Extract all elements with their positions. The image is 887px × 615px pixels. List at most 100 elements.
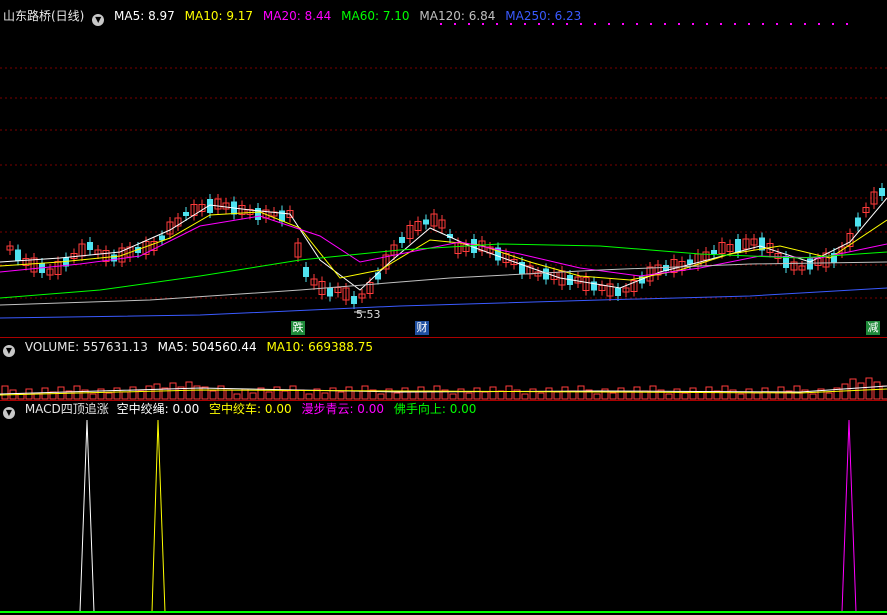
macd-header: ▼ MACD四顶追涨 空中绞绳: 0.00 空中绞车: 0.00 漫步青云: 0… — [3, 402, 482, 419]
signal-dot — [454, 23, 456, 25]
calendar-mark-drop[interactable]: 跌 — [291, 321, 305, 335]
volume-ma5: MA5: 504560.44 — [157, 340, 257, 354]
macd-line-2: 空中绞车: 0.00 — [209, 402, 292, 416]
volume-bar — [361, 385, 369, 400]
volume-bar — [265, 391, 273, 400]
signal-dot — [762, 23, 764, 25]
candle-down — [423, 219, 429, 225]
signal-dot — [846, 23, 848, 25]
volume-bar — [377, 393, 385, 400]
volume-bar — [497, 390, 505, 400]
volume-menu-icon[interactable]: ▼ — [3, 345, 15, 357]
macd-line-1: 空中绞绳: 0.00 — [116, 402, 200, 416]
calendar-mark-reduce[interactable]: 减 — [866, 321, 880, 335]
volume-bar — [401, 387, 409, 400]
volume-bar — [521, 393, 529, 400]
macd-line-4: 佛手向上: 0.00 — [393, 402, 477, 416]
signal-dot — [790, 23, 792, 25]
signal-dot — [776, 23, 778, 25]
volume-bar — [273, 386, 281, 400]
ma250-line — [0, 287, 887, 319]
signal-dot — [440, 23, 442, 25]
volume-bar — [561, 386, 569, 400]
signal-dot — [566, 23, 568, 25]
volume-bar — [449, 393, 457, 400]
macd-title: MACD四顶追涨 — [24, 402, 109, 416]
volume-bar — [433, 385, 441, 400]
volume-bar — [49, 391, 57, 400]
candle-down — [15, 249, 21, 261]
volume-bar — [633, 386, 641, 400]
volume-bar — [297, 389, 305, 400]
signal-dot — [748, 23, 750, 25]
signal-dot — [538, 23, 540, 25]
signal-dot — [664, 23, 666, 25]
macd-menu-icon[interactable]: ▼ — [3, 407, 15, 419]
volume-bar — [345, 386, 353, 400]
signal-dot — [818, 23, 820, 25]
volume-bar — [625, 391, 633, 400]
candle-down — [399, 237, 405, 243]
chart-canvas[interactable] — [0, 0, 887, 615]
volume-bar — [417, 386, 425, 400]
volume-bar — [689, 387, 697, 400]
macd-spike-white — [79, 419, 95, 613]
low-price-label: 5.53 — [356, 308, 387, 322]
signal-dot — [622, 23, 624, 25]
volume-bar — [281, 390, 289, 400]
candle-down — [615, 288, 621, 296]
volume-bar — [129, 386, 137, 400]
volume-bar — [681, 392, 689, 400]
volume-bar — [553, 391, 561, 400]
volume-bar — [337, 391, 345, 400]
candle-down — [351, 296, 357, 304]
volume-bar — [825, 392, 833, 400]
volume-bar — [577, 385, 585, 400]
volume-bar — [289, 385, 297, 400]
volume-value: VOLUME: 557631.13 — [24, 340, 148, 354]
signal-dot — [804, 23, 806, 25]
candle-down — [303, 267, 309, 277]
volume-ma10: MA10: 669388.75 — [266, 340, 374, 354]
volume-bar — [409, 391, 417, 400]
volume-bar — [809, 393, 817, 400]
volume-bar — [457, 388, 465, 400]
volume-bar — [89, 393, 97, 400]
macd-line-3: 漫步青云: 0.00 — [301, 402, 385, 416]
volume-bar — [601, 388, 609, 400]
volume-bar — [745, 388, 753, 400]
signal-dot — [580, 23, 582, 25]
signal-dot — [524, 23, 526, 25]
volume-bar — [873, 381, 881, 400]
macd-spike-magenta — [841, 419, 857, 613]
volume-bar — [609, 392, 617, 400]
volume-bar — [881, 385, 887, 400]
volume-bar — [73, 385, 81, 400]
volume-bar — [137, 390, 145, 400]
signal-dot — [496, 23, 498, 25]
signal-dot — [468, 23, 470, 25]
volume-bar — [353, 390, 361, 400]
volume-bar — [105, 392, 113, 400]
candle-down — [807, 258, 813, 270]
macd-spike-yellow — [151, 419, 166, 613]
volume-bar — [865, 377, 873, 400]
low-price-value: 5.53 — [356, 308, 381, 321]
signal-dot — [832, 23, 834, 25]
volume-bar — [465, 392, 473, 400]
ma120-line — [0, 261, 887, 306]
volume-header: ▼ VOLUME: 557631.13 MA5: 504560.44 MA10:… — [3, 340, 379, 357]
volume-bar — [145, 385, 153, 400]
volume-bar — [201, 386, 209, 400]
volume-bar — [593, 393, 601, 400]
volume-bar — [545, 387, 553, 400]
volume-bar — [673, 388, 681, 400]
volume-bar — [665, 393, 673, 400]
calendar-mark-finance[interactable]: 财 — [415, 321, 429, 335]
candle-down — [711, 250, 717, 254]
volume-bar — [737, 393, 745, 400]
candle-down — [87, 242, 93, 250]
volume-bar — [113, 387, 121, 400]
signal-dot — [510, 23, 512, 25]
volume-bar — [489, 386, 497, 400]
